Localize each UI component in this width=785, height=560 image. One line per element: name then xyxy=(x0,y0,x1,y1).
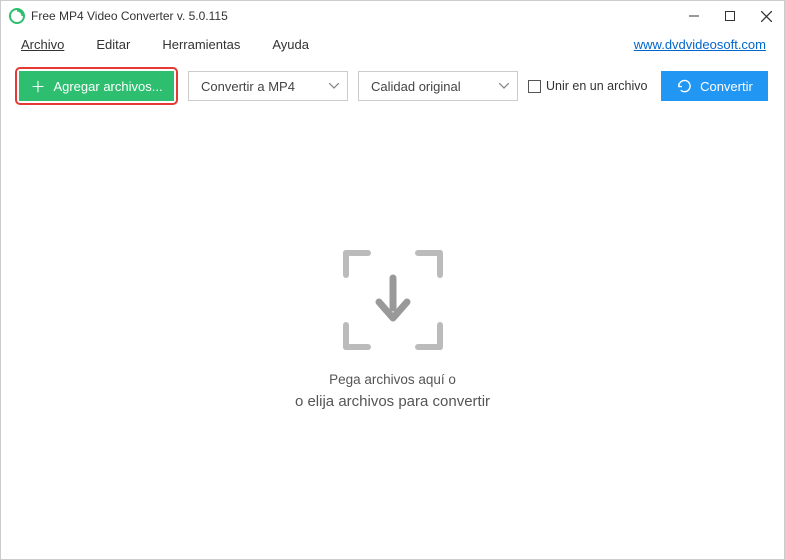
app-title: Free MP4 Video Converter v. 5.0.115 xyxy=(31,9,228,23)
window-controls xyxy=(676,2,784,30)
vendor-link[interactable]: www.dvdvideosoft.com xyxy=(634,37,774,52)
menubar: Archivo Editar Herramientas Ayuda www.dv… xyxy=(1,31,784,57)
titlebar: Free MP4 Video Converter v. 5.0.115 xyxy=(1,1,784,31)
menu-file[interactable]: Archivo xyxy=(11,34,74,55)
chevron-down-icon xyxy=(499,83,509,89)
dropzone[interactable]: Pega archivos aquí o o elija archivos pa… xyxy=(1,115,784,545)
format-selected: Convertir a MP4 xyxy=(201,79,295,94)
format-dropdown[interactable]: Convertir a MP4 xyxy=(188,71,348,101)
add-files-label: Agregar archivos... xyxy=(53,79,162,94)
menu-edit[interactable]: Editar xyxy=(86,34,140,55)
dropzone-text-1: Pega archivos aquí o xyxy=(329,372,456,387)
minimize-button[interactable] xyxy=(676,2,712,30)
menu-tools[interactable]: Herramientas xyxy=(152,34,250,55)
convert-button[interactable]: Convertir xyxy=(661,71,768,101)
join-files-checkbox[interactable]: Unir en un archivo xyxy=(528,79,647,93)
close-button[interactable] xyxy=(748,2,784,30)
refresh-icon xyxy=(677,79,692,94)
convert-label: Convertir xyxy=(700,79,753,94)
chevron-down-icon xyxy=(329,83,339,89)
maximize-button[interactable] xyxy=(712,2,748,30)
arrow-down-icon xyxy=(373,274,413,327)
dropzone-icon xyxy=(343,250,443,350)
quality-selected: Calidad original xyxy=(371,79,461,94)
join-files-label: Unir en un archivo xyxy=(546,79,647,93)
plus-icon: ＋ xyxy=(30,76,45,97)
toolbar: ＋ Agregar archivos... Convertir a MP4 Ca… xyxy=(1,57,784,115)
dropzone-text-2: o elija archivos para convertir xyxy=(295,393,490,410)
highlight-add-files: ＋ Agregar archivos... xyxy=(15,67,178,105)
quality-dropdown[interactable]: Calidad original xyxy=(358,71,518,101)
checkbox-box xyxy=(528,80,541,93)
menu-help[interactable]: Ayuda xyxy=(262,34,319,55)
app-icon xyxy=(9,8,25,24)
add-files-button[interactable]: ＋ Agregar archivos... xyxy=(19,71,174,101)
